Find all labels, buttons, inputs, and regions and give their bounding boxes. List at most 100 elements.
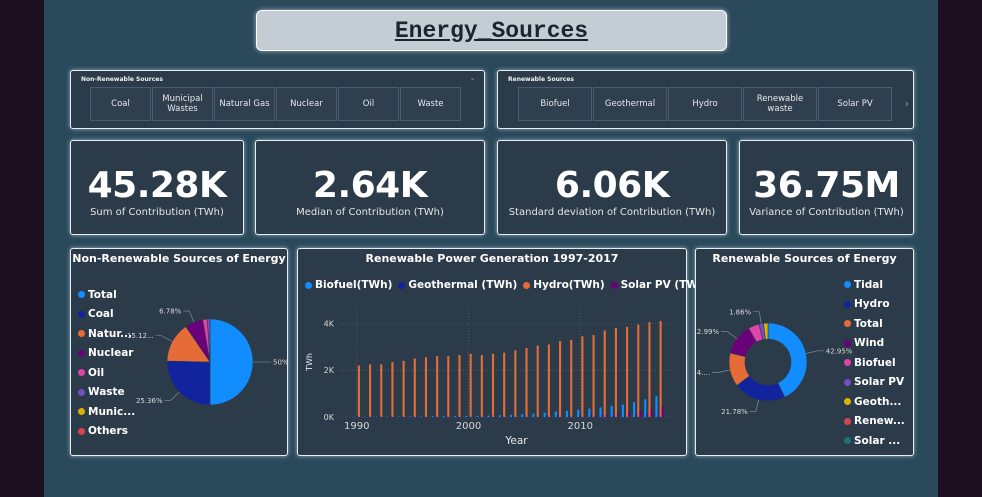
bar[interactable] [501, 415, 504, 417]
bar[interactable] [431, 416, 434, 417]
bar[interactable] [648, 322, 651, 417]
bar[interactable] [424, 357, 428, 417]
bar[interactable] [389, 416, 392, 417]
bar[interactable] [510, 414, 513, 417]
bar[interactable] [583, 416, 586, 417]
bar[interactable] [532, 413, 535, 417]
bar[interactable] [590, 415, 593, 417]
bar[interactable] [498, 415, 502, 417]
bar[interactable] [402, 360, 405, 417]
slicer-item-waste[interactable]: Waste [400, 87, 461, 121]
bar[interactable] [621, 404, 624, 417]
bar[interactable] [523, 415, 526, 417]
bar[interactable] [436, 356, 439, 417]
bar[interactable] [594, 415, 597, 417]
bar[interactable] [420, 416, 423, 417]
bar[interactable] [554, 411, 557, 417]
bar[interactable] [639, 411, 642, 417]
bar[interactable] [391, 362, 394, 417]
bar[interactable] [469, 353, 472, 417]
bar[interactable] [514, 350, 517, 417]
slicer-item-coal[interactable]: Coal [90, 87, 151, 121]
pie-slice[interactable] [209, 318, 254, 406]
slicer-item-municipal-wastes[interactable]: Municipal Wastes [152, 87, 213, 121]
bar[interactable] [601, 415, 604, 417]
bar[interactable] [603, 330, 606, 417]
chevron-right-icon[interactable]: › [905, 97, 909, 110]
bar[interactable] [605, 414, 608, 417]
bar[interactable] [369, 364, 372, 417]
bar[interactable] [378, 416, 381, 417]
bar[interactable] [357, 365, 360, 417]
bar[interactable] [628, 412, 631, 417]
bar[interactable] [614, 328, 617, 417]
bar[interactable] [503, 352, 506, 417]
bar[interactable] [568, 415, 571, 417]
slicer-item-oil[interactable]: Oil [338, 87, 399, 121]
slicer-item-biofuel[interactable]: Biofuel [518, 87, 592, 121]
chevron-down-icon[interactable]: ⌄ [469, 73, 476, 82]
bar[interactable] [422, 415, 425, 417]
bar[interactable] [545, 415, 548, 417]
bar[interactable] [413, 358, 416, 417]
bar[interactable] [355, 416, 358, 417]
bar[interactable] [633, 402, 636, 417]
bar[interactable] [411, 416, 414, 417]
bar[interactable] [592, 335, 595, 417]
bar[interactable] [559, 340, 562, 417]
bar[interactable] [476, 415, 479, 417]
slicer-item-renewable-waste[interactable]: Renewable waste [743, 87, 817, 121]
bar[interactable] [400, 416, 403, 417]
bar[interactable] [588, 408, 591, 417]
bar[interactable] [637, 324, 640, 417]
bar[interactable] [565, 410, 569, 417]
slicer-item-hydro[interactable]: Hydro [668, 87, 742, 121]
bar[interactable] [581, 336, 584, 417]
bar[interactable] [480, 354, 483, 417]
bar[interactable] [489, 415, 492, 417]
bar[interactable] [570, 339, 573, 417]
bar[interactable] [512, 415, 515, 417]
pie-slice[interactable] [166, 360, 211, 406]
bar[interactable] [478, 415, 481, 417]
bar[interactable] [577, 409, 580, 417]
bar[interactable] [525, 347, 528, 417]
bar[interactable] [623, 415, 627, 417]
bar[interactable] [536, 345, 539, 417]
bar[interactable] [616, 413, 620, 417]
bar[interactable] [447, 356, 450, 417]
bar[interactable] [657, 415, 660, 417]
bar[interactable] [626, 326, 629, 417]
bar[interactable] [433, 415, 437, 417]
slicer-item-solar-pv[interactable]: Solar PV [818, 87, 892, 121]
bar[interactable] [547, 344, 550, 417]
bar[interactable] [579, 415, 582, 417]
bar[interactable] [487, 415, 490, 417]
bar[interactable] [491, 353, 495, 417]
bar[interactable] [380, 364, 383, 417]
bar[interactable] [467, 415, 470, 417]
bar[interactable] [465, 415, 468, 417]
bar[interactable] [454, 416, 457, 417]
bar[interactable] [635, 415, 638, 417]
bar[interactable] [644, 399, 647, 417]
bar[interactable] [610, 406, 613, 417]
bar[interactable] [659, 321, 662, 417]
bar[interactable] [456, 415, 459, 417]
bar[interactable] [458, 354, 461, 417]
bar[interactable] [366, 416, 370, 417]
slicer-item-natural-gas[interactable]: Natural Gas [214, 87, 275, 121]
bar[interactable] [661, 406, 664, 417]
bar[interactable] [612, 415, 615, 417]
slicer-item-geothermal[interactable]: Geothermal [593, 87, 667, 121]
bar[interactable] [543, 412, 546, 417]
bar[interactable] [521, 414, 524, 417]
bar[interactable] [599, 407, 602, 417]
bar[interactable] [534, 415, 537, 417]
bar[interactable] [556, 415, 560, 417]
slicer-item-nuclear[interactable]: Nuclear [276, 87, 337, 121]
bar[interactable] [646, 415, 649, 417]
bar[interactable] [443, 416, 446, 417]
bar[interactable] [655, 395, 658, 417]
bar[interactable] [650, 409, 653, 417]
